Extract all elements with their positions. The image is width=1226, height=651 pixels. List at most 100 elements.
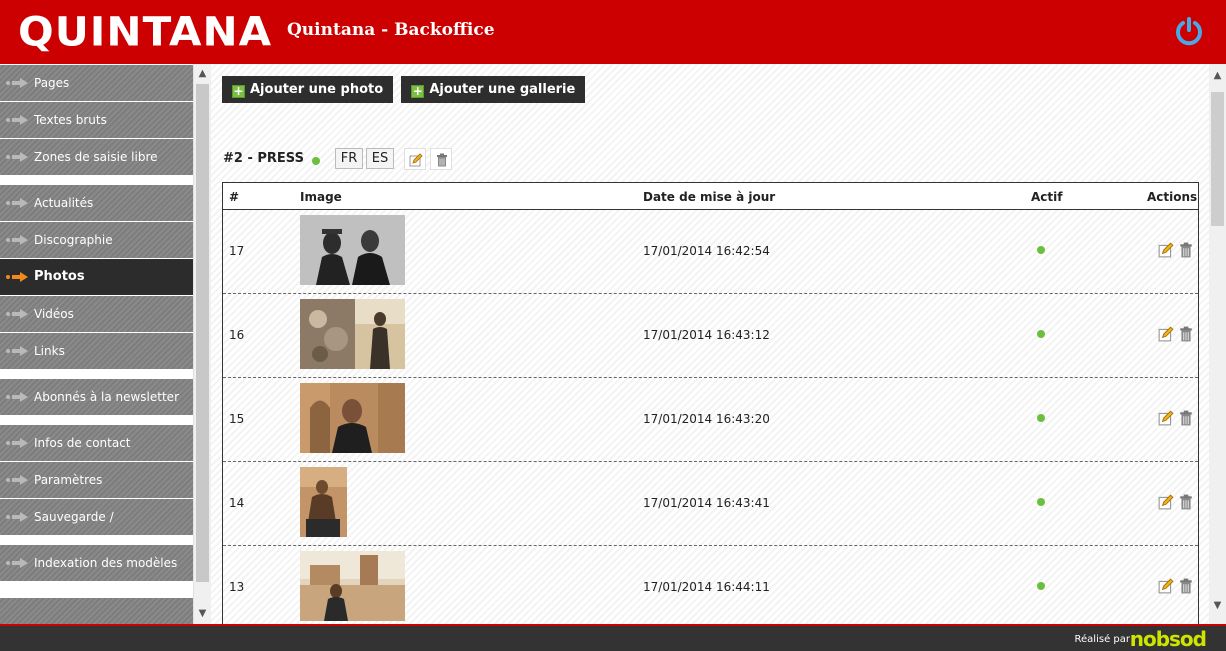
trash-icon[interactable] [1178, 326, 1194, 342]
trash-icon[interactable] [1178, 242, 1194, 258]
sidebar-item-label: Actualités [34, 196, 94, 210]
sidebar-group [0, 597, 193, 624]
sidebar-item-label: Zones de saisie libre [34, 150, 158, 164]
power-icon [1176, 17, 1202, 46]
table-row: 13 17/01/2014 16:44:11 [223, 546, 1198, 624]
col-date-header: Date de mise à jour [643, 190, 776, 204]
active-status-dot[interactable] [1037, 330, 1045, 338]
arrow-right-icon [6, 115, 28, 125]
photo-thumbnail[interactable] [300, 383, 405, 453]
main-scrollbar[interactable]: ▲ ▼ [1209, 64, 1226, 624]
add-gallery-button[interactable]: + Ajouter une gallerie [401, 76, 586, 103]
sidebar-item-pages[interactable]: Pages [0, 64, 193, 101]
pencil-icon[interactable] [1158, 578, 1174, 594]
sidebar-item-label: Links [34, 344, 65, 358]
pencil-icon[interactable] [1158, 410, 1174, 426]
logo-text: QUINTANA [18, 8, 273, 55]
active-status-dot[interactable] [1037, 246, 1045, 254]
sidebar-group: Actualités Discographie Photos Vidéos Li… [0, 184, 193, 369]
arrow-right-icon [6, 235, 28, 245]
trash-icon[interactable] [1178, 578, 1194, 594]
col-num-header: # [229, 190, 240, 204]
pencil-icon[interactable] [1158, 242, 1174, 258]
app-title: Quintana - Backoffice [287, 20, 495, 40]
sidebar-group: Indexation des modèles [0, 544, 193, 581]
table-row: 15 17/01/2014 16:43:20 [223, 378, 1198, 462]
sidebar-item-photos[interactable]: Photos [0, 258, 193, 295]
add-gallery-label: Ajouter une gallerie [429, 82, 576, 97]
sidebar-item-label: Infos de contact [34, 436, 131, 450]
sidebar-item-discographie[interactable]: Discographie [0, 221, 193, 258]
sidebar: Pages Textes bruts Zones de saisie libre… [0, 64, 211, 624]
edit-gallery-button[interactable] [404, 148, 426, 170]
scrollbar-thumb[interactable] [1211, 92, 1224, 226]
sidebar-group: Infos de contact Paramètres Sauvegarde /… [0, 424, 193, 560]
sidebar-scrollbar[interactable]: ▲ ▼ [193, 64, 211, 624]
sidebar-item-contact[interactable]: Infos de contact [0, 424, 193, 461]
table-row: 16 17/01/2014 16:43:12 [223, 294, 1198, 378]
row-date: 17/01/2014 16:44:11 [643, 580, 770, 594]
table-header: # Image Date de mise à jour Actif Action… [223, 183, 1198, 210]
add-photo-button[interactable]: + Ajouter une photo [222, 76, 394, 103]
sidebar-item-label: Pages [34, 76, 70, 90]
scrollbar-thumb[interactable] [196, 84, 209, 582]
sidebar-item-label: Discographie [34, 233, 113, 247]
col-image-header: Image [300, 190, 342, 204]
row-number: 17 [229, 244, 245, 258]
row-date: 17/01/2014 16:43:20 [643, 412, 770, 426]
arrow-right-icon [6, 392, 28, 402]
delete-gallery-button[interactable] [430, 148, 452, 170]
row-date: 17/01/2014 16:43:12 [643, 328, 770, 342]
photos-table: # Image Date de mise à jour Actif Action… [222, 182, 1199, 624]
row-number: 16 [229, 328, 245, 342]
arrow-right-icon [6, 78, 28, 88]
col-active-header: Actif [1031, 190, 1063, 204]
app-footer: Réalisé par nobsod [0, 624, 1226, 651]
quintana-logo[interactable]: QUINTANA [18, 11, 272, 53]
pencil-icon[interactable] [1158, 326, 1174, 342]
plus-icon: + [411, 84, 425, 98]
photo-thumbnail[interactable] [300, 299, 405, 369]
scroll-up-icon[interactable]: ▲ [194, 66, 211, 82]
scroll-down-icon[interactable]: ▼ [194, 606, 211, 622]
sidebar-item-partial[interactable] [0, 597, 193, 624]
trash-icon[interactable] [1178, 410, 1194, 426]
arrow-right-icon [6, 272, 28, 282]
add-photo-label: Ajouter une photo [250, 82, 384, 97]
pencil-icon[interactable] [1158, 494, 1174, 510]
logout-button[interactable] [1174, 16, 1204, 46]
sidebar-item-indexation[interactable]: Indexation des modèles [0, 544, 193, 581]
arrow-right-icon [6, 152, 28, 162]
active-status-dot[interactable] [1037, 414, 1045, 422]
lang-fr-button[interactable]: FR [335, 148, 363, 169]
sidebar-item-parametres[interactable]: Paramètres [0, 461, 193, 498]
pencil-icon [409, 153, 423, 167]
sidebar-item-actualites[interactable]: Actualités [0, 184, 193, 221]
gallery-status-dot [312, 157, 320, 165]
sidebar-item-links[interactable]: Links [0, 332, 193, 369]
sidebar-item-newsletter[interactable]: Abonnés à la newsletter [0, 378, 193, 415]
active-status-dot[interactable] [1037, 498, 1045, 506]
sidebar-item-textes-bruts[interactable]: Textes bruts [0, 101, 193, 138]
sidebar-group: Abonnés à la newsletter [0, 378, 193, 415]
sidebar-item-videos[interactable]: Vidéos [0, 295, 193, 332]
sidebar-item-label: Textes bruts [34, 113, 107, 127]
scroll-down-icon[interactable]: ▼ [1209, 598, 1226, 614]
trash-icon[interactable] [1178, 494, 1194, 510]
realise-par-text: Réalisé par [1074, 634, 1130, 645]
photo-thumbnail[interactable] [300, 215, 405, 285]
main-content: + Ajouter une photo + Ajouter une gallerie… [211, 64, 1226, 624]
active-status-dot[interactable] [1037, 582, 1045, 590]
arrow-right-icon [6, 558, 28, 568]
row-number: 13 [229, 580, 245, 594]
sidebar-item-label: Paramètres [34, 473, 103, 487]
table-row: 14 17/01/2014 16:43:41 [223, 462, 1198, 546]
sidebar-item-zones-saisie[interactable]: Zones de saisie libre [0, 138, 193, 175]
nobsod-logo[interactable]: nobsod [1130, 627, 1207, 651]
sidebar-item-sauvegarde[interactable]: Sauvegarde / Restauration [0, 498, 193, 560]
lang-es-button[interactable]: ES [366, 148, 394, 169]
sidebar-item-label: Abonnés à la newsletter [34, 390, 179, 404]
scroll-up-icon[interactable]: ▲ [1209, 68, 1226, 84]
photo-thumbnail[interactable] [300, 467, 347, 537]
photo-thumbnail[interactable] [300, 551, 405, 621]
